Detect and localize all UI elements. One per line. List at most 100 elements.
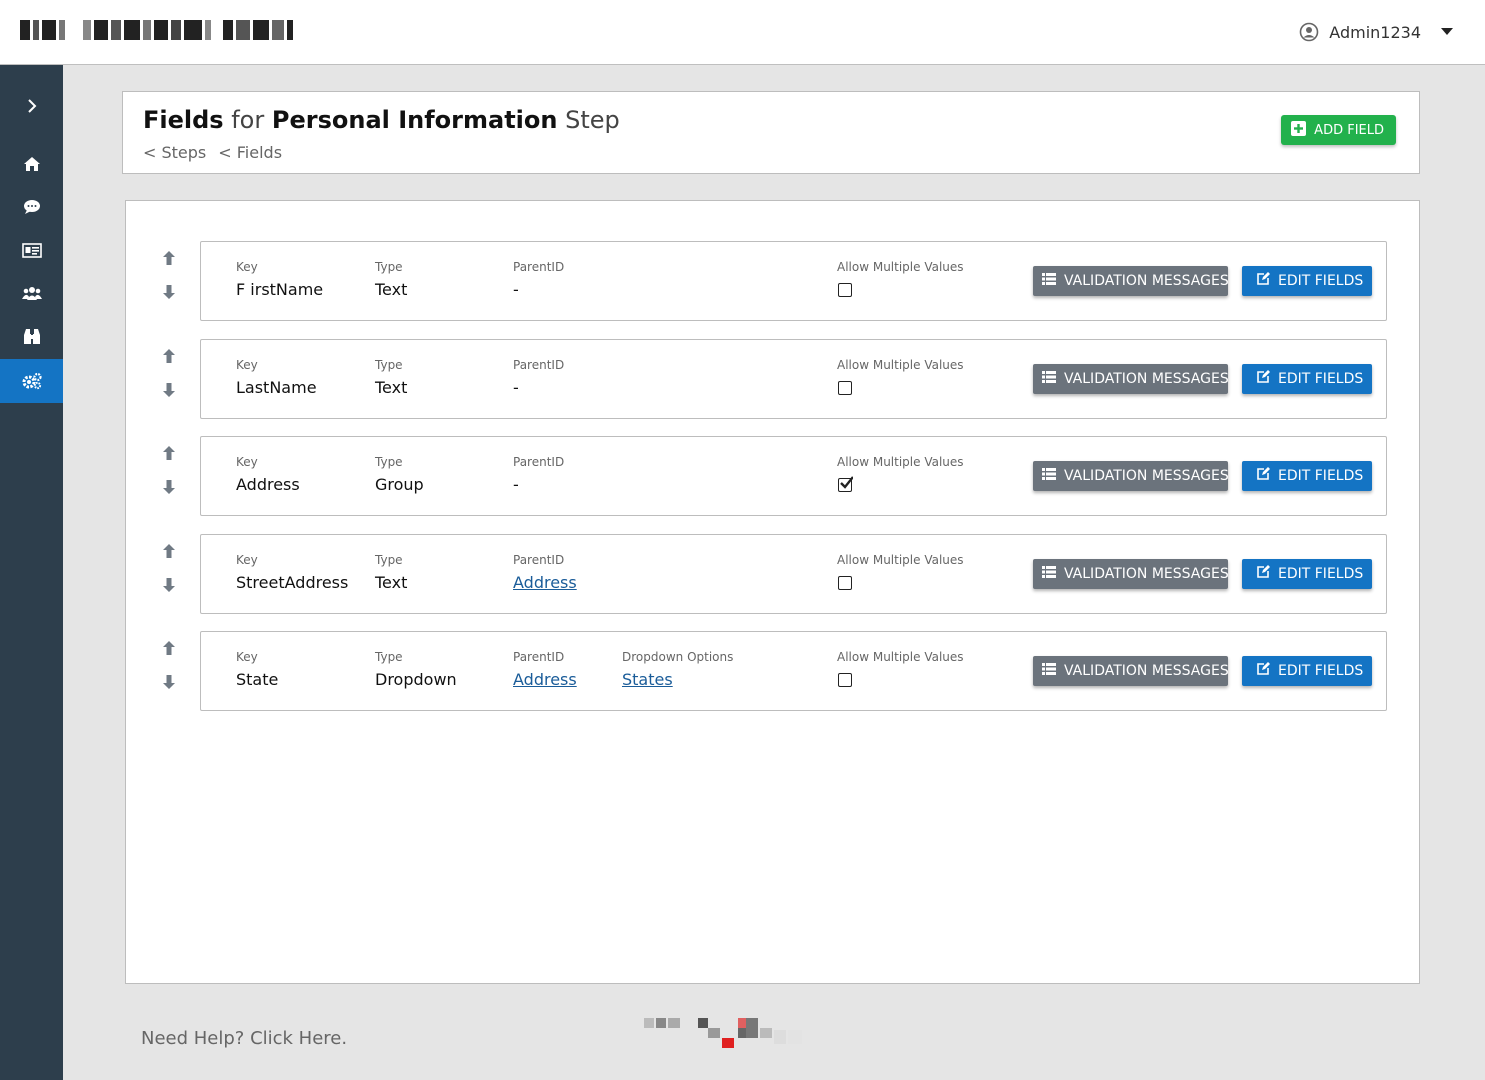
key-value: State xyxy=(236,670,279,689)
field-card: Key StreetAddress Type Text ParentID Addres… xyxy=(200,534,1387,614)
title-fields: Fields xyxy=(143,106,224,134)
plus-square-icon xyxy=(1291,120,1307,140)
chevron-right-icon xyxy=(27,98,37,114)
parent-id-label: ParentID xyxy=(513,260,565,274)
edit-fields-label: EDIT FIELDS xyxy=(1278,468,1364,484)
sidebar-item-messages[interactable] xyxy=(0,185,63,229)
arrow-up-icon[interactable] xyxy=(160,639,178,661)
allow-multiple-label: Allow Multiple Values xyxy=(837,358,964,372)
page-title: Fields for Personal Information Step xyxy=(143,106,620,134)
type-label: Type xyxy=(375,358,403,372)
add-field-button[interactable]: ADD FIELD xyxy=(1281,115,1396,145)
allow-multiple-label: Allow Multiple Values xyxy=(837,455,964,469)
validation-messages-button[interactable]: VALIDATION MESSAGES xyxy=(1033,559,1229,589)
type-label: Type xyxy=(375,650,403,664)
dropdown-options-link[interactable]: States xyxy=(622,670,733,689)
validation-messages-label: VALIDATION MESSAGES xyxy=(1064,566,1229,582)
chat-icon xyxy=(23,199,41,215)
key-value: LastName xyxy=(236,378,317,397)
title-step: Step xyxy=(565,106,620,134)
allow-multiple-checkbox[interactable] xyxy=(838,283,852,297)
dropdown-options-label: Dropdown Options xyxy=(622,650,734,664)
parent-id-label: ParentID xyxy=(513,455,565,469)
allow-multiple-checkbox[interactable] xyxy=(838,576,852,590)
help-link[interactable]: Need Help? Click Here. xyxy=(141,1028,347,1049)
sidebar-expand[interactable] xyxy=(0,84,63,128)
edit-fields-button[interactable]: EDIT FIELDS xyxy=(1242,559,1372,589)
edit-fields-button[interactable]: EDIT FIELDS xyxy=(1242,266,1372,296)
arrow-up-icon[interactable] xyxy=(160,542,178,564)
allow-multiple-checkbox-checked[interactable] xyxy=(838,476,853,492)
breadcrumb-steps[interactable]: < Steps xyxy=(143,143,206,162)
validation-messages-button[interactable]: VALIDATION MESSAGES xyxy=(1033,364,1229,394)
edit-icon xyxy=(1256,467,1270,485)
validation-messages-label: VALIDATION MESSAGES xyxy=(1064,273,1229,289)
type-label: Type xyxy=(375,455,403,469)
edit-icon xyxy=(1256,565,1270,583)
key-label: Key xyxy=(236,650,258,664)
sidebar-item-users[interactable] xyxy=(0,271,63,315)
list-icon xyxy=(1042,566,1056,582)
validation-messages-button[interactable]: VALIDATION MESSAGES xyxy=(1033,266,1229,296)
validation-messages-label: VALIDATION MESSAGES xyxy=(1064,468,1229,484)
validation-messages-button[interactable]: VALIDATION MESSAGES xyxy=(1033,656,1229,686)
parent-id-value: - xyxy=(513,280,519,299)
allow-multiple-label: Allow Multiple Values xyxy=(837,650,964,664)
key-value: StreetAddress xyxy=(236,573,349,592)
field-card: Key F irstName Type Text ParentID - Allow M… xyxy=(200,241,1387,321)
caret-down-icon[interactable] xyxy=(1441,28,1453,36)
breadcrumb: < Steps < Fields xyxy=(143,143,282,162)
arrow-down-icon[interactable] xyxy=(160,576,178,598)
validation-messages-label: VALIDATION MESSAGES xyxy=(1064,371,1229,387)
type-value: Text xyxy=(375,280,408,299)
sidebar-item-settings[interactable] xyxy=(0,359,63,403)
arrow-down-icon[interactable] xyxy=(160,283,178,305)
arrow-up-icon[interactable] xyxy=(160,249,178,271)
type-value: Dropdown xyxy=(375,670,457,689)
field-row: Key State Type Dropdown ParentID Address Dr… xyxy=(126,631,1421,711)
edit-fields-label: EDIT FIELDS xyxy=(1278,371,1364,387)
sidebar-item-profile[interactable] xyxy=(0,228,63,272)
edit-fields-label: EDIT FIELDS xyxy=(1278,566,1364,582)
edit-fields-button[interactable]: EDIT FIELDS xyxy=(1242,461,1372,491)
fields-panel: Key F irstName Type Text ParentID - Allow M… xyxy=(125,200,1420,984)
page-header: Fields for Personal Information Step < S… xyxy=(122,91,1420,174)
allow-multiple-checkbox[interactable] xyxy=(838,673,852,687)
arrow-down-icon[interactable] xyxy=(160,478,178,500)
allow-multiple-checkbox[interactable] xyxy=(838,381,852,395)
key-label: Key xyxy=(236,455,258,469)
arrow-down-icon[interactable] xyxy=(160,673,178,695)
list-icon xyxy=(1042,273,1056,289)
field-row: Key LastName Type Text ParentID - Allow Mul… xyxy=(126,339,1421,419)
add-field-label: ADD FIELD xyxy=(1314,122,1384,138)
arrow-up-icon[interactable] xyxy=(160,347,178,369)
home-icon xyxy=(23,156,41,172)
gears-icon xyxy=(21,372,43,390)
list-icon xyxy=(1042,371,1056,387)
app-logo xyxy=(20,20,293,40)
edit-fields-label: EDIT FIELDS xyxy=(1278,273,1364,289)
parent-id-link[interactable]: Address xyxy=(513,670,577,689)
parent-id-label: ParentID xyxy=(513,650,565,664)
parent-id-link[interactable]: Address xyxy=(513,573,577,592)
type-label: Type xyxy=(375,260,403,274)
field-row: Key StreetAddress Type Text ParentID Addres… xyxy=(126,534,1421,614)
sidebar-item-home[interactable] xyxy=(0,142,63,186)
type-label: Type xyxy=(375,553,403,567)
key-label: Key xyxy=(236,260,258,274)
arrow-down-icon[interactable] xyxy=(160,381,178,403)
sidebar-item-search[interactable] xyxy=(0,314,63,358)
type-value: Text xyxy=(375,378,408,397)
arrow-up-icon[interactable] xyxy=(160,444,178,466)
id-card-icon xyxy=(21,242,42,258)
validation-messages-button[interactable]: VALIDATION MESSAGES xyxy=(1033,461,1229,491)
top-bar: Admin1234 xyxy=(0,0,1485,65)
breadcrumb-fields[interactable]: < Fields xyxy=(218,143,282,162)
edit-fields-button[interactable]: EDIT FIELDS xyxy=(1242,364,1372,394)
edit-fields-button[interactable]: EDIT FIELDS xyxy=(1242,656,1372,686)
key-value: Address xyxy=(236,475,300,494)
validation-messages-label: VALIDATION MESSAGES xyxy=(1064,663,1229,679)
field-card: Key State Type Dropdown ParentID Address Dr… xyxy=(200,631,1387,711)
title-for: for xyxy=(231,106,265,134)
user-menu[interactable]: Admin1234 xyxy=(1299,22,1453,42)
